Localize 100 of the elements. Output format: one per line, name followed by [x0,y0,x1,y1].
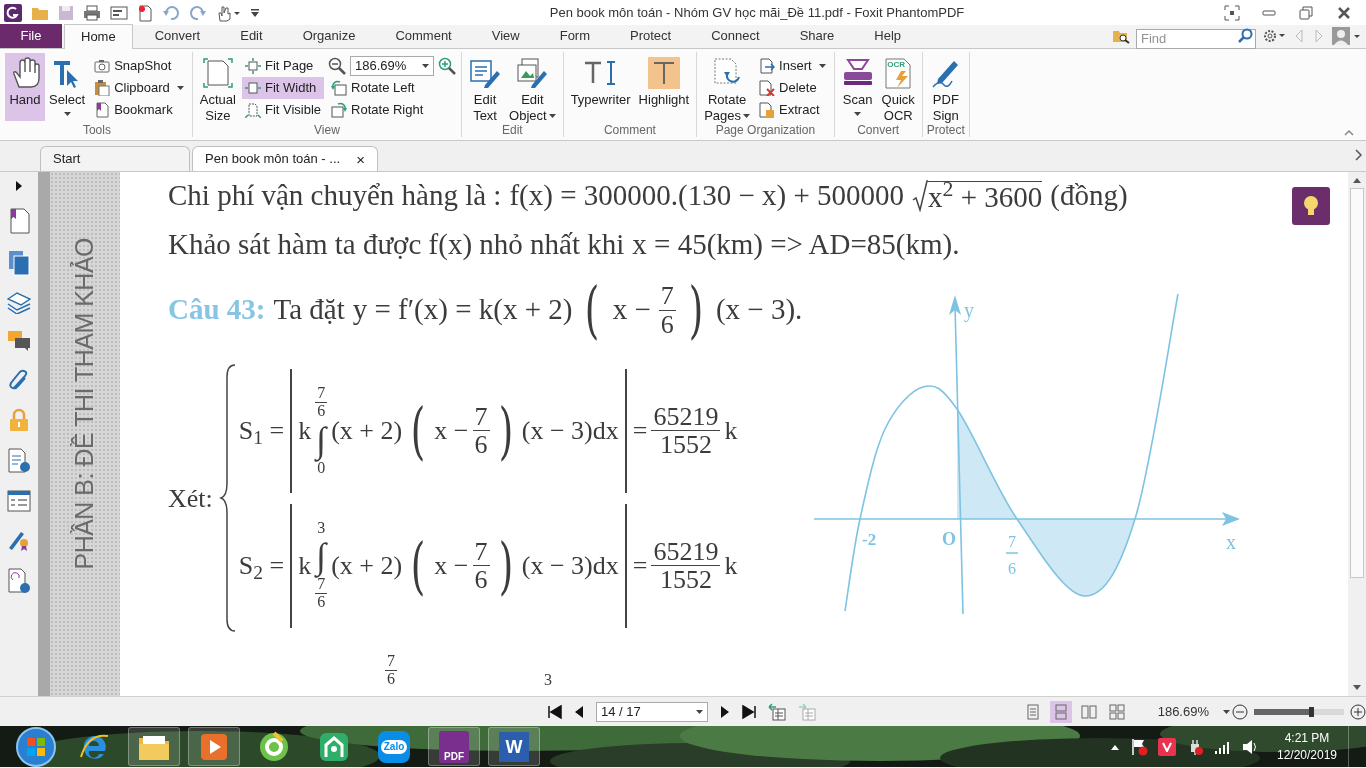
zoom-level: 186.69% [1157,702,1209,721]
menu-tab[interactable]: Protect [610,24,692,48]
next-view-icon [798,702,816,721]
math-text: = [632,415,648,447]
fraction: 7 6 [315,385,328,420]
menu-tab[interactable]: Edit [220,24,283,48]
ribbon-group-label: Tools [82,122,111,139]
ribbon-small-button[interactable]: Rotate Right [328,99,457,121]
menu-tab[interactable]: View [471,24,540,48]
tick-label: 7 6 [1005,533,1019,577]
menu-tab[interactable]: Connect [691,24,780,48]
ribbon-small-button[interactable]: Fit Page [241,55,325,77]
close-tab-button[interactable]: × [356,151,365,167]
slider-thumb[interactable] [1308,706,1314,717]
ribbon-button[interactable]: Typewriter [566,53,635,121]
zoom-combo[interactable]: 186.69% [350,56,435,76]
page-number-field[interactable]: 14 / 17 [596,701,708,722]
math-text: f(x) = 300000.(130 − x) + 500000 [509,178,905,214]
axis-label: y [964,299,974,321]
next-page-icon [720,704,730,719]
fraction: 65219 1552 [651,402,721,459]
zoom-in-icon [438,57,457,75]
extract-icon [759,102,776,118]
insert-icon [759,58,776,74]
chat-app-icon: Zalo [378,730,410,763]
math-text: Ta đặt [273,292,345,328]
scroll-down-icon [1352,684,1362,692]
ribbon-button[interactable]: Edit Object [505,53,560,121]
taskbar-button[interactable]: Zalo [368,727,420,766]
ribbon-button[interactable]: Select [45,53,90,121]
ribbon-small-button[interactable]: Fit Visible [241,99,325,121]
ribbon-small-button[interactable]: Clipboard [91,77,187,99]
clock-time[interactable]: 4:21 PM [1284,729,1330,747]
document-tab[interactable]: Start [40,146,190,171]
ribbon-button[interactable]: Hand [5,53,45,121]
media-player-icon [199,731,229,762]
ribbon-button[interactable]: Edit Text [465,53,506,121]
math-text: Khảo sát hàm ta được f(x) nhỏ nhất khi [168,227,625,263]
tips-button[interactable] [1292,187,1330,225]
taskbar-button[interactable] [188,727,240,766]
ribbon-button[interactable]: Actual Size [195,53,240,121]
window-title: Pen book môn toán - Nhóm GV học mãi_Đề 11.pdf - Foxit PhantomPDF [549,3,965,22]
swirl-app-icon [258,730,290,763]
form-fields-icon [7,490,31,512]
ribbon-small-button[interactable]: Delete [756,77,829,99]
tall-parenthesis: ) [498,534,513,597]
ribbon-small-button[interactable]: Rotate Left [328,77,457,99]
ribbon-small-button[interactable]: Fit Width [241,77,325,99]
undo-icon [162,4,180,21]
math-text: k [298,415,312,447]
math-text: x = 45(km) => AD=85(km). [632,227,960,263]
menu-tab[interactable]: Organize [282,24,376,48]
math-text: (đồng) [1050,178,1128,214]
tick-label: -2 [862,530,877,549]
close-icon [1336,4,1352,21]
document-tab[interactable]: Pen book môn toán - ... × [192,146,378,171]
find-field[interactable]: Find [1136,28,1256,49]
print-icon [83,4,101,21]
ribbon-button[interactable]: Rotate Pages [700,53,755,121]
menu-tab[interactable]: Help [854,24,922,48]
menu-tab[interactable]: Home [64,24,133,49]
ribbon-button[interactable]: OCR Quick OCR [877,53,919,121]
ribbon-button[interactable]: Scan [837,53,878,121]
zoom-in-icon [1350,703,1366,720]
taskbar-button[interactable]: PDF [428,727,480,766]
ribbon-small-button[interactable]: Insert [756,55,829,77]
digital-id-icon [7,568,31,594]
scroll-up-icon [1352,176,1362,184]
math-text: k [298,550,312,582]
menu-tab[interactable]: Form [539,24,611,48]
ribbon-small-button[interactable]: SnapShot [91,55,187,77]
new-file-icon [137,3,153,22]
attachment-icon [8,368,30,392]
zoom-out-icon [1232,703,1248,720]
menu-tab[interactable]: File [0,24,62,48]
ribbon-button[interactable]: PDF Sign [925,53,966,121]
bookmark-icon [94,102,111,118]
folder-search-icon [1112,28,1130,44]
menu-tab[interactable]: Convert [134,24,221,48]
menu-tab[interactable]: Share [779,24,855,48]
app-logo-icon [4,3,22,22]
taskbar-button[interactable] [128,727,180,766]
camera-icon [94,58,111,74]
scroll-tabs-icon [1354,149,1362,161]
caret-icon [696,709,703,714]
zoom-slider[interactable] [1254,708,1344,715]
restore-icon [1298,4,1314,21]
ribbon-small-button[interactable]: Extract [756,99,829,121]
pages-icon [8,250,30,276]
tall-parenthesis: ( [411,534,426,597]
fullscreen-icon [1224,4,1240,21]
ribbon-button[interactable]: Highlight [634,53,694,121]
scrollbar-thumb[interactable] [1350,188,1364,578]
math-text: S$_{2}$ = [238,550,285,585]
menu-tab[interactable]: Comment [375,24,472,48]
clock-date[interactable]: 12/20/2019 [1276,746,1338,764]
fraction: 7 6 [385,653,397,688]
taskbar-button[interactable]: W [488,727,540,766]
math-text: = [632,550,648,582]
ribbon-small-button[interactable]: Bookmark [91,99,187,121]
